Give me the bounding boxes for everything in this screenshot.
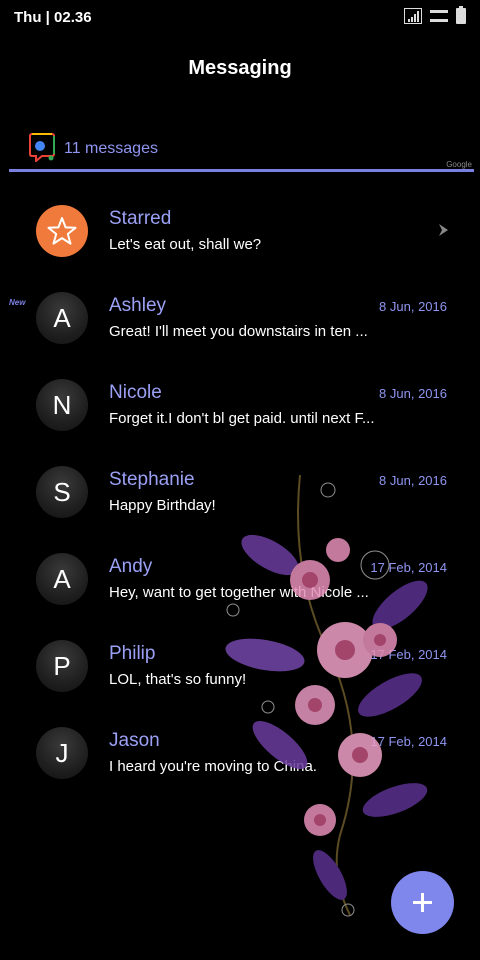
conversation-name: Philip xyxy=(109,643,156,664)
conversation-nicole[interactable]: N Nicole Forget it.I don't bl get paid. … xyxy=(0,362,480,448)
conversation-date: 17 Feb, 2014 xyxy=(370,734,447,749)
battery-icon xyxy=(456,6,466,24)
conversation-preview: I heard you're moving to China. xyxy=(109,758,317,775)
avatar: S xyxy=(36,466,88,518)
conversation-date: 17 Feb, 2014 xyxy=(370,560,447,575)
star-icon xyxy=(47,217,77,245)
conversation-preview: Forget it.I don't bl get paid. until nex… xyxy=(109,410,375,427)
starred-avatar xyxy=(36,205,88,257)
conversation-preview: Let's eat out, shall we? xyxy=(109,236,262,253)
conversation-name: Andy xyxy=(109,556,153,577)
signal-icon xyxy=(404,8,422,24)
conversation-name: Stephanie xyxy=(109,469,195,490)
conversation-name: Nicole xyxy=(109,382,162,403)
conversation-jason[interactable]: J Jason I heard you're moving to China. … xyxy=(0,710,480,796)
assistant-icon[interactable] xyxy=(28,132,56,162)
status-bar: Thu | 02.36 xyxy=(0,0,480,36)
status-icons xyxy=(404,6,466,24)
conversation-date: 8 Jun, 2016 xyxy=(379,386,447,401)
conversation-date: 8 Jun, 2016 xyxy=(379,299,447,314)
conversation-preview: Great! I'll meet you downstairs in ten .… xyxy=(109,323,368,340)
status-time: Thu | 02.36 xyxy=(14,9,92,26)
conversation-andy[interactable]: A Andy Hey, want to get together with Ni… xyxy=(0,536,480,622)
conversation-preview: Hey, want to get together with Nicole ..… xyxy=(109,584,369,601)
conversation-date: 8 Jun, 2016 xyxy=(379,473,447,488)
conversation-date: 17 Feb, 2014 xyxy=(370,647,447,662)
assistant-bar[interactable]: 11 messages Google xyxy=(0,125,480,175)
avatar: A xyxy=(36,292,88,344)
conversation-preview: Happy Birthday! xyxy=(109,497,216,514)
conversation-stephanie[interactable]: S Stephanie Happy Birthday! 8 Jun, 2016 xyxy=(0,449,480,535)
conversation-starred[interactable]: Starred Let's eat out, shall we? xyxy=(0,188,480,274)
divider xyxy=(9,169,474,172)
data-connection-icon xyxy=(430,10,448,22)
conversation-philip[interactable]: P Philip LOL, that's so funny! 17 Feb, 2… xyxy=(0,623,480,709)
avatar: A xyxy=(36,553,88,605)
google-logo: Google xyxy=(446,160,472,169)
conversation-name: Jason xyxy=(109,730,160,751)
conversation-name: Ashley xyxy=(109,295,167,316)
avatar: J xyxy=(36,727,88,779)
avatar: N xyxy=(36,379,88,431)
message-count: 11 messages xyxy=(64,140,158,157)
conversation-name: Starred xyxy=(109,208,172,229)
conversation-preview: LOL, that's so funny! xyxy=(109,671,247,688)
conversation-ashley[interactable]: A Ashley Great! I'll meet you downstairs… xyxy=(0,275,480,361)
compose-button[interactable] xyxy=(391,871,454,934)
page-title: Messaging xyxy=(188,57,292,79)
chevron-right-icon[interactable] xyxy=(436,222,452,238)
avatar: P xyxy=(36,640,88,692)
